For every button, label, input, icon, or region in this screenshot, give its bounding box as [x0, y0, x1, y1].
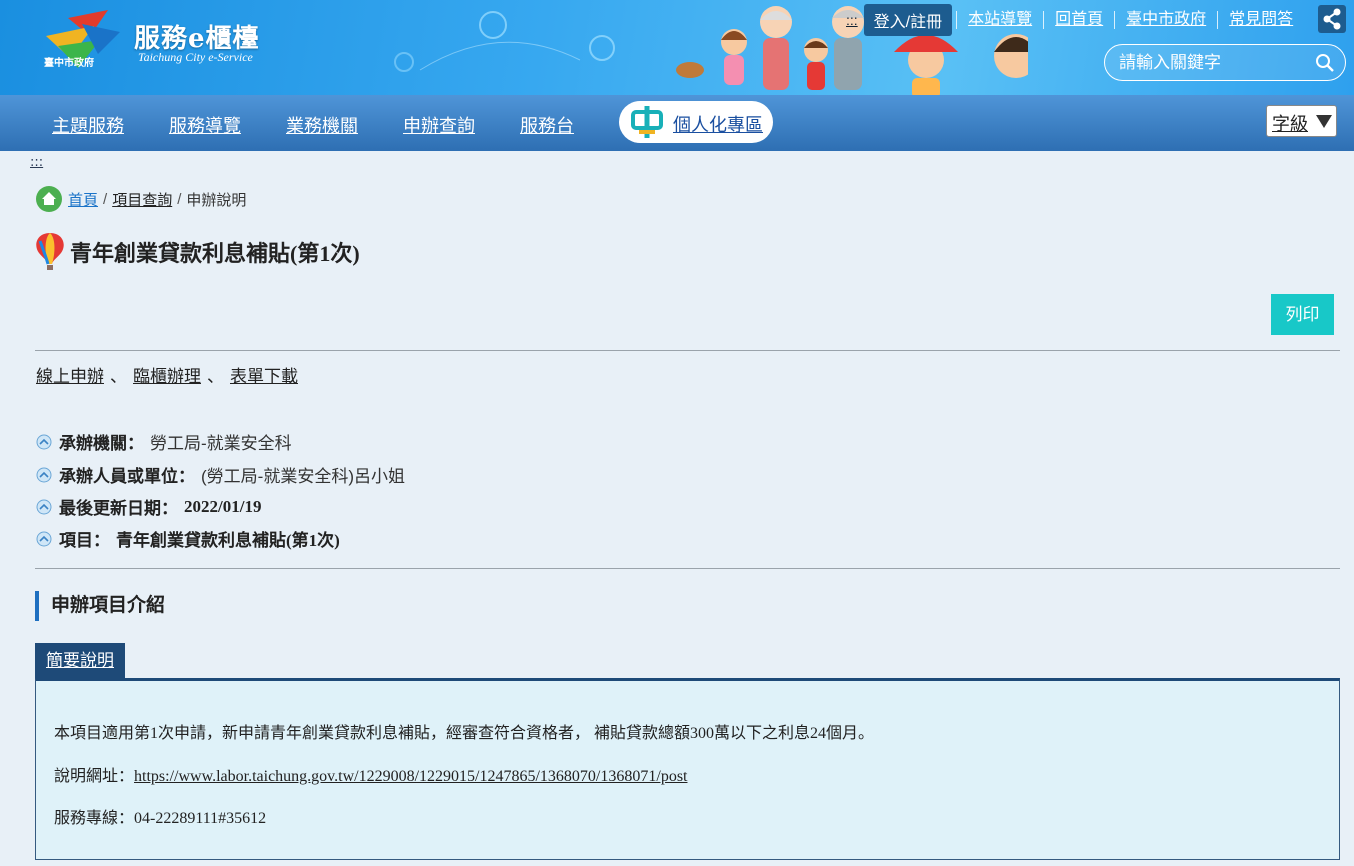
form-download-link[interactable]: 表單下載 [230, 367, 298, 386]
info-value: 勞工局-就業安全科 [150, 434, 292, 453]
info-agency: 承辦機關： 勞工局-就業安全科 [36, 429, 292, 454]
info-label: 承辦機關： [59, 434, 144, 453]
hotline-number: 04-22289111#35612 [134, 810, 267, 827]
application-links: 線上申辦、臨櫃辦理、表單下載 [36, 362, 298, 387]
info-value: 青年創業貸款利息補貼(第1次) [116, 531, 340, 550]
accesskey-content[interactable]: ::: [30, 155, 43, 170]
top-links: ::: 登入/註冊 本站導覽 回首頁 臺中市政府 常見問答 [846, 4, 1304, 36]
online-application-link[interactable]: 線上申辦 [36, 367, 104, 386]
personal-zone-button[interactable]: 個人化專區 [619, 101, 773, 143]
balloon-icon [36, 233, 64, 270]
bullet-icon [36, 531, 52, 546]
logo-subtitle: Taichung City e-Service [138, 50, 253, 64]
accesskey-top[interactable]: ::: [846, 12, 858, 28]
nav-service-desk[interactable]: 服務台 [520, 112, 574, 138]
bullet-icon [36, 434, 52, 449]
breadcrumb-separator: / [177, 190, 182, 208]
print-button[interactable]: 列印 [1271, 294, 1334, 335]
site-map-link[interactable]: 本站導覽 [956, 11, 1043, 29]
tab-summary[interactable]: 簡要說明 [35, 643, 125, 679]
dropdown-arrow-icon [1316, 115, 1332, 128]
breadcrumb-separator: / [103, 190, 108, 208]
url-label: 說明網址： [54, 768, 135, 785]
taichung-emblem-icon [631, 106, 663, 138]
home-link[interactable]: 回首頁 [1043, 11, 1114, 29]
info-value: (勞工局-就業安全科)呂小姐 [201, 467, 405, 486]
hotline-row: 服務專線：04-22289111#35612 [54, 804, 266, 828]
section-title: 申辦項目介紹 [35, 591, 165, 621]
faq-link[interactable]: 常見問答 [1217, 11, 1304, 29]
nav-application-query[interactable]: 申辦查詢 [403, 112, 475, 138]
info-updated: 最後更新日期： 2022/01/19 [36, 494, 261, 519]
breadcrumb-home[interactable]: 首頁 [68, 189, 98, 210]
nav-topic-services[interactable]: 主題服務 [52, 112, 124, 138]
logo-city: 臺中市政府 [44, 58, 94, 69]
nav-service-guide[interactable]: 服務導覽 [169, 112, 241, 138]
description-text: 本項目適用第1次申請，新申請青年創業貸款利息補貼，經審查符合資格者， 補貼貸款總… [54, 725, 875, 742]
page-title: 青年創業貸款利息補貼(第1次) [70, 241, 360, 266]
breadcrumb-current: 申辦說明 [186, 191, 247, 209]
share-button[interactable] [1318, 5, 1346, 33]
font-size-label: 字級 [1272, 114, 1308, 134]
info-item: 項目： 青年創業貸款利息補貼(第1次) [36, 526, 340, 551]
site-logo[interactable]: 服務e櫃檯 Taichung City e-Service 臺中市政府 [38, 6, 278, 76]
decorative-background [394, 11, 615, 72]
share-icon [1323, 8, 1341, 30]
info-value: 2022/01/19 [184, 496, 262, 516]
hotline-label: 服務專線： [54, 810, 135, 827]
bullet-icon [36, 499, 52, 514]
divider [35, 350, 1340, 351]
info-label: 承辦人員或單位： [59, 467, 195, 486]
taichung-gov-link[interactable]: 臺中市政府 [1114, 11, 1217, 29]
search-box [1104, 44, 1346, 81]
search-input[interactable] [1119, 51, 1309, 75]
personal-zone-label: 個人化專區 [673, 115, 763, 135]
site-header: 服務e櫃檯 Taichung City e-Service 臺中市政府 ::: … [0, 0, 1354, 95]
breadcrumb-item-query[interactable]: 項目查詢 [112, 189, 172, 210]
login-button[interactable]: 登入/註冊 [863, 4, 953, 36]
summary-panel: 本項目適用第1次申請，新申請青年創業貸款利息補貼，經審查符合資格者， 補貼貸款總… [35, 678, 1340, 860]
info-contact: 承辦人員或單位： (勞工局-就業安全科)呂小姐 [36, 462, 405, 487]
home-icon [36, 186, 62, 212]
font-size-select[interactable]: 字級 [1266, 105, 1337, 137]
info-label: 項目： [59, 531, 110, 550]
search-icon[interactable] [1315, 53, 1335, 73]
nav-agencies[interactable]: 業務機關 [286, 112, 358, 138]
info-url-link[interactable]: https://www.labor.taichung.gov.tw/122900… [134, 768, 687, 785]
bullet-icon [36, 467, 52, 482]
counter-application-link[interactable]: 臨櫃辦理 [133, 367, 201, 386]
link-separator: 、 [110, 367, 127, 386]
breadcrumb: 首頁 / 項目查詢 / 申辦說明 [36, 186, 246, 212]
info-label: 最後更新日期： [59, 499, 178, 518]
url-row: 說明網址：https://www.labor.taichung.gov.tw/1… [54, 762, 687, 786]
link-separator: 、 [207, 367, 224, 386]
main-nav: 主題服務 服務導覽 業務機關 申辦查詢 服務台 個人化專區 字級 [0, 95, 1354, 151]
divider [35, 568, 1340, 569]
